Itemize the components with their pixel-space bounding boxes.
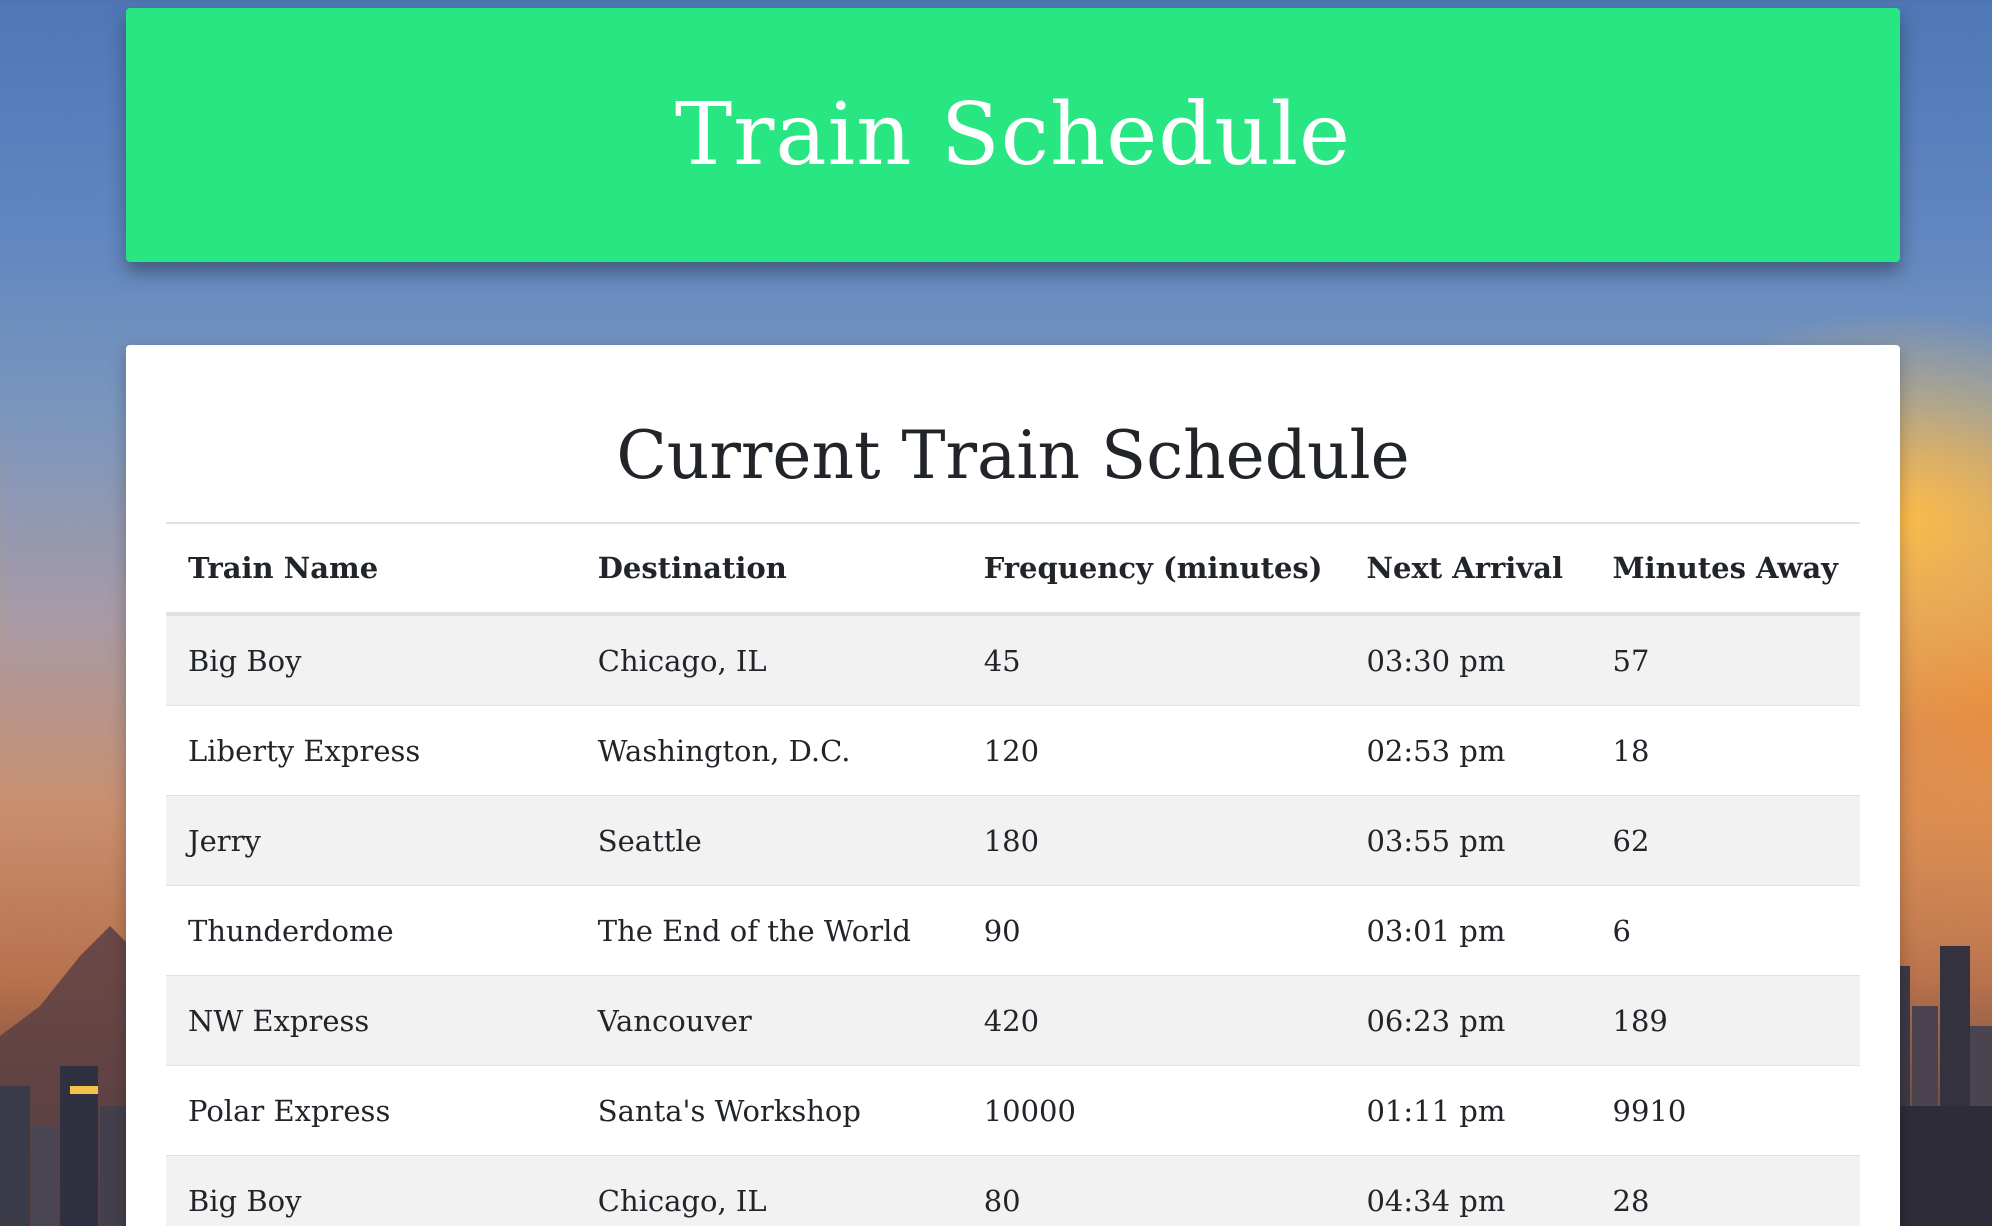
table-row: Polar Express Santa's Workshop 10000 01:… xyxy=(166,1065,1860,1156)
cell-minutes-away: 18 xyxy=(1590,705,1860,796)
cell-destination: Chicago, IL xyxy=(575,1155,962,1226)
cell-next-arrival: 01:11 pm xyxy=(1344,1065,1591,1156)
cell-destination: Chicago, IL xyxy=(575,613,962,706)
cell-frequency: 180 xyxy=(961,795,1345,886)
schedule-panel: Current Train Schedule Train Name Destin… xyxy=(126,345,1900,1226)
cell-destination: Washington, D.C. xyxy=(575,705,962,796)
page-title: Train Schedule xyxy=(674,85,1352,185)
cell-minutes-away: 6 xyxy=(1590,885,1860,976)
cell-next-arrival: 02:53 pm xyxy=(1344,705,1591,796)
table-row: Big Boy Chicago, IL 80 04:34 pm 28 xyxy=(166,1155,1860,1226)
cell-train-name: Liberty Express xyxy=(166,705,576,796)
cell-train-name: Big Boy xyxy=(166,613,576,706)
table-row: Liberty Express Washington, D.C. 120 02:… xyxy=(166,705,1860,796)
cell-frequency: 45 xyxy=(961,613,1345,706)
cell-train-name: Jerry xyxy=(166,795,576,886)
cell-destination: Santa's Workshop xyxy=(575,1065,962,1156)
cell-frequency: 10000 xyxy=(961,1065,1345,1156)
cell-minutes-away: 9910 xyxy=(1590,1065,1860,1156)
cell-frequency: 120 xyxy=(961,705,1345,796)
column-header-frequency: Frequency (minutes) xyxy=(961,522,1345,616)
cell-next-arrival: 03:55 pm xyxy=(1344,795,1591,886)
cell-frequency: 80 xyxy=(961,1155,1345,1226)
cell-frequency: 90 xyxy=(961,885,1345,976)
cell-destination: Vancouver xyxy=(575,975,962,1066)
column-header-minutes-away: Minutes Away xyxy=(1590,522,1860,616)
cell-destination: Seattle xyxy=(575,795,962,886)
cell-minutes-away: 57 xyxy=(1590,613,1860,706)
column-header-destination: Destination xyxy=(575,522,962,616)
cell-train-name: NW Express xyxy=(166,975,576,1066)
column-header-next-arrival: Next Arrival xyxy=(1344,522,1591,616)
cell-frequency: 420 xyxy=(961,975,1345,1066)
cell-next-arrival: 03:01 pm xyxy=(1344,885,1591,976)
cell-train-name: Big Boy xyxy=(166,1155,576,1226)
table-row: NW Express Vancouver 420 06:23 pm 189 xyxy=(166,975,1860,1066)
table-row: Thunderdome The End of the World 90 03:0… xyxy=(166,885,1860,976)
cell-next-arrival: 06:23 pm xyxy=(1344,975,1591,1066)
cell-minutes-away: 62 xyxy=(1590,795,1860,886)
column-header-train-name: Train Name xyxy=(166,522,576,616)
cell-destination: The End of the World xyxy=(575,885,962,976)
table-header-row: Train Name Destination Frequency (minute… xyxy=(166,522,1860,616)
table-row: Big Boy Chicago, IL 45 03:30 pm 57 xyxy=(166,613,1860,706)
schedule-title: Current Train Schedule xyxy=(616,417,1410,494)
cell-train-name: Polar Express xyxy=(166,1065,576,1156)
schedule-table: Train Name Destination Frequency (minute… xyxy=(166,522,1860,1226)
cell-next-arrival: 03:30 pm xyxy=(1344,613,1591,706)
cell-train-name: Thunderdome xyxy=(166,885,576,976)
table-row: Jerry Seattle 180 03:55 pm 62 xyxy=(166,795,1860,886)
cell-minutes-away: 189 xyxy=(1590,975,1860,1066)
cell-next-arrival: 04:34 pm xyxy=(1344,1155,1591,1226)
page-header: Train Schedule xyxy=(126,8,1900,262)
cell-minutes-away: 28 xyxy=(1590,1155,1860,1226)
